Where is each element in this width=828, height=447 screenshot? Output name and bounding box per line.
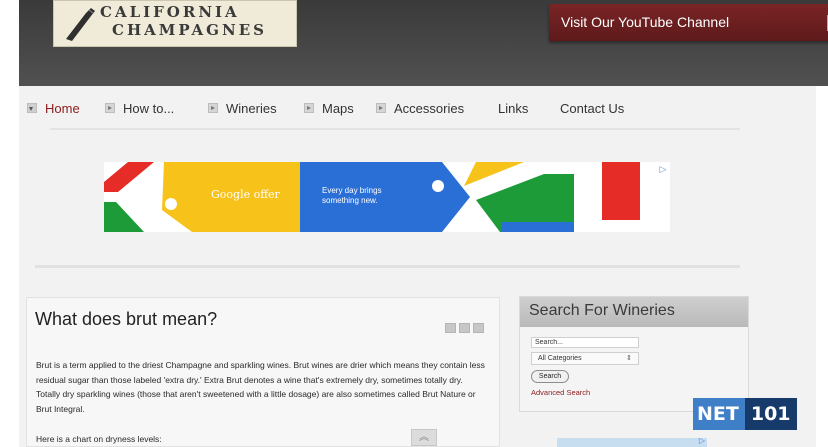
nav-label: Maps <box>322 100 354 116</box>
nav-item-links[interactable]: Links <box>498 99 528 117</box>
site-header: CALIFORNIA CHAMPAGNES Visit Our YouTube … <box>19 0 828 86</box>
arrow-down-icon <box>27 103 37 113</box>
google-offers-ad-banner[interactable]: Google offer Every day brings something … <box>104 162 670 232</box>
arrow-right-icon <box>376 103 386 113</box>
nav-label: Accessories <box>394 100 465 116</box>
ad-choices-icon: ▷ <box>698 436 705 445</box>
watermark-net: NET <box>693 398 745 430</box>
print-icon[interactable] <box>459 323 470 333</box>
nav-label: Wineries <box>226 100 277 116</box>
nav-label: Links <box>498 100 529 116</box>
champagne-bottle-icon <box>66 8 95 41</box>
select-arrows-icon: ⇕ <box>626 355 632 362</box>
arrow-right-icon <box>208 103 218 113</box>
advanced-search-link[interactable]: Advanced Search <box>531 388 590 397</box>
nav-label: How to... <box>123 100 175 116</box>
nav-item-maps[interactable]: Maps <box>304 99 354 117</box>
site-logo[interactable]: CALIFORNIA CHAMPAGNES <box>53 0 297 47</box>
search-input[interactable] <box>531 337 639 348</box>
net101-watermark-logo: NET 101 <box>693 398 823 430</box>
ad-choices-icon[interactable]: ▷ <box>658 164 668 174</box>
logo-line-2: CHAMPAGNES <box>112 21 267 39</box>
nav-divider <box>50 128 740 130</box>
left-gutter <box>0 0 19 447</box>
nav-label: Contact Us <box>560 100 625 116</box>
youtube-channel-banner[interactable]: Visit Our YouTube Channel ↗ <box>549 4 828 41</box>
nav-item-how-to[interactable]: How to... <box>105 99 174 117</box>
ad-brand-text: Google offer <box>211 188 280 201</box>
article-body: Brut is a term applied to the driest Cha… <box>36 360 485 414</box>
category-select[interactable]: All Categories ⇕ <box>531 352 639 365</box>
arrow-right-icon <box>105 103 115 113</box>
search-panel-header: Search For Wineries <box>520 297 748 327</box>
nav-item-accessories[interactable]: Accessories <box>376 99 464 117</box>
category-select-value: All Categories <box>538 355 582 362</box>
nav-item-home[interactable]: Home <box>27 99 80 117</box>
main-nav: Home How to... Wineries Maps Accessories… <box>19 86 816 128</box>
winery-search-panel: Search For Wineries All Categories ⇕ Sea… <box>519 296 749 412</box>
article-chart-intro: Here is a chart on dryness levels: <box>36 434 162 444</box>
article-tools <box>445 323 484 333</box>
article-panel: What does brut mean? Brut is a term appl… <box>26 297 500 447</box>
ad-tagline: Every day brings something new. <box>322 186 382 205</box>
nav-item-wineries[interactable]: Wineries <box>208 99 277 117</box>
youtube-banner-text: Visit Our YouTube Channel <box>561 14 730 30</box>
search-button[interactable]: Search <box>531 370 569 383</box>
nav-label: Home <box>45 100 80 116</box>
ad-strip-bottom: ▷ <box>557 436 707 447</box>
email-icon[interactable] <box>473 323 484 333</box>
collapse-button[interactable]: ︽ <box>411 429 437 446</box>
nav-item-contact-us[interactable]: Contact Us <box>560 99 624 117</box>
content-divider <box>35 265 740 268</box>
logo-line-1: CALIFORNIA <box>100 3 240 21</box>
search-panel-title: Search For Wineries <box>529 302 675 319</box>
chevron-up-icon: ︽ <box>419 432 429 443</box>
arrow-right-icon <box>304 103 314 113</box>
pdf-icon[interactable] <box>445 323 456 333</box>
article-title: What does brut mean? <box>35 309 218 329</box>
watermark-101: 101 <box>744 398 797 430</box>
